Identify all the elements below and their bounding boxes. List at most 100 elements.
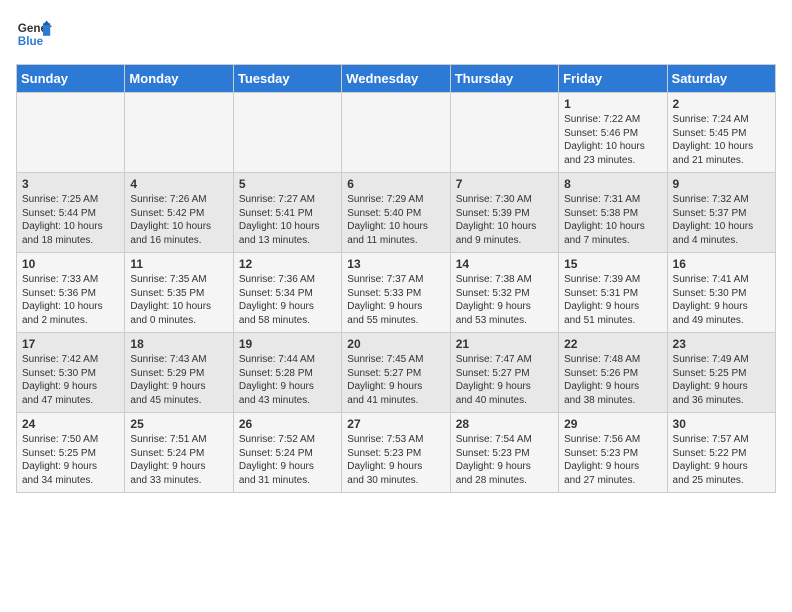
day-info: Sunrise: 7:49 AM Sunset: 5:25 PM Dayligh… xyxy=(673,353,770,407)
day-number: 19 xyxy=(239,337,336,351)
day-info: Sunrise: 7:38 AM Sunset: 5:32 PM Dayligh… xyxy=(456,273,553,327)
col-header-wednesday: Wednesday xyxy=(342,65,450,93)
day-number: 10 xyxy=(22,257,119,271)
day-info: Sunrise: 7:54 AM Sunset: 5:23 PM Dayligh… xyxy=(456,433,553,487)
day-number: 16 xyxy=(673,257,770,271)
calendar-cell: 12Sunrise: 7:36 AM Sunset: 5:34 PM Dayli… xyxy=(233,253,341,333)
calendar-table: SundayMondayTuesdayWednesdayThursdayFrid… xyxy=(16,64,776,493)
day-info: Sunrise: 7:42 AM Sunset: 5:30 PM Dayligh… xyxy=(22,353,119,407)
calendar-cell: 18Sunrise: 7:43 AM Sunset: 5:29 PM Dayli… xyxy=(125,333,233,413)
calendar-cell: 2 Sunrise: 7:24 AM Sunset: 5:45 PM Daylig… xyxy=(667,93,775,173)
svg-text:Blue: Blue xyxy=(18,35,44,48)
calendar-cell: 28Sunrise: 7:54 AM Sunset: 5:23 PM Dayli… xyxy=(450,413,558,493)
page-header: General Blue xyxy=(16,16,776,52)
day-info: Sunrise: 7:51 AM Sunset: 5:24 PM Dayligh… xyxy=(130,433,227,487)
calendar-cell: 6 Sunrise: 7:29 AM Sunset: 5:40 PM Daylig… xyxy=(342,173,450,253)
day-info: Sunrise: 7:56 AM Sunset: 5:23 PM Dayligh… xyxy=(564,433,661,487)
calendar-cell: 24 Sunrise: 7:50 AM Sunset: 5:25 PM Dayli… xyxy=(17,413,125,493)
day-info: Sunrise: 7:33 AM Sunset: 5:36 PM Dayligh… xyxy=(22,273,119,327)
day-number: 30 xyxy=(673,417,770,431)
calendar-cell: 23 Sunrise: 7:49 AM Sunset: 5:25 PM Dayli… xyxy=(667,333,775,413)
calendar-cell xyxy=(125,93,233,173)
calendar-cell: 19 Sunrise: 7:44 AM Sunset: 5:28 PM Dayli… xyxy=(233,333,341,413)
calendar-cell xyxy=(17,93,125,173)
col-header-friday: Friday xyxy=(559,65,667,93)
day-info: Sunrise: 7:39 AM Sunset: 5:31 PM Dayligh… xyxy=(564,273,661,327)
day-number: 4 xyxy=(130,177,227,191)
calendar-cell: 26 Sunrise: 7:52 AM Sunset: 5:24 PM Dayli… xyxy=(233,413,341,493)
calendar-cell: 17 Sunrise: 7:42 AM Sunset: 5:30 PM Dayli… xyxy=(17,333,125,413)
day-info: Sunrise: 7:48 AM Sunset: 5:26 PM Dayligh… xyxy=(564,353,661,407)
calendar-week-row: 1 Sunrise: 7:22 AM Sunset: 5:46 PM Daylig… xyxy=(17,93,776,173)
day-number: 1 xyxy=(564,97,661,111)
calendar-cell: 14 Sunrise: 7:38 AM Sunset: 5:32 PM Dayli… xyxy=(450,253,558,333)
day-number: 15 xyxy=(564,257,661,271)
day-info: Sunrise: 7:44 AM Sunset: 5:28 PM Dayligh… xyxy=(239,353,336,407)
calendar-cell: 16 Sunrise: 7:41 AM Sunset: 5:30 PM Dayli… xyxy=(667,253,775,333)
day-number: 25 xyxy=(130,417,227,431)
calendar-cell: 25 Sunrise: 7:51 AM Sunset: 5:24 PM Dayli… xyxy=(125,413,233,493)
calendar-cell: 29 Sunrise: 7:56 AM Sunset: 5:23 PM Dayli… xyxy=(559,413,667,493)
day-info: Sunrise: 7:41 AM Sunset: 5:30 PM Dayligh… xyxy=(673,273,770,327)
day-info: Sunrise: 7:53 AM Sunset: 5:23 PM Dayligh… xyxy=(347,433,444,487)
calendar-week-row: 3 Sunrise: 7:25 AM Sunset: 5:44 PM Daylig… xyxy=(17,173,776,253)
day-number: 8 xyxy=(564,177,661,191)
calendar-cell: 21Sunrise: 7:47 AM Sunset: 5:27 PM Dayli… xyxy=(450,333,558,413)
calendar-cell xyxy=(342,93,450,173)
day-info: Sunrise: 7:30 AM Sunset: 5:39 PM Dayligh… xyxy=(456,193,553,247)
day-info: Sunrise: 7:45 AM Sunset: 5:27 PM Dayligh… xyxy=(347,353,444,407)
calendar-cell xyxy=(233,93,341,173)
day-number: 20 xyxy=(347,337,444,351)
calendar-cell: 8 Sunrise: 7:31 AM Sunset: 5:38 PM Daylig… xyxy=(559,173,667,253)
day-info: Sunrise: 7:37 AM Sunset: 5:33 PM Dayligh… xyxy=(347,273,444,327)
calendar-header-row: SundayMondayTuesdayWednesdayThursdayFrid… xyxy=(17,65,776,93)
calendar-cell: 1 Sunrise: 7:22 AM Sunset: 5:46 PM Daylig… xyxy=(559,93,667,173)
calendar-cell: 9 Sunrise: 7:32 AM Sunset: 5:37 PM Daylig… xyxy=(667,173,775,253)
calendar-week-row: 24 Sunrise: 7:50 AM Sunset: 5:25 PM Dayli… xyxy=(17,413,776,493)
day-info: Sunrise: 7:57 AM Sunset: 5:22 PM Dayligh… xyxy=(673,433,770,487)
calendar-cell: 11Sunrise: 7:35 AM Sunset: 5:35 PM Dayli… xyxy=(125,253,233,333)
day-info: Sunrise: 7:47 AM Sunset: 5:27 PM Dayligh… xyxy=(456,353,553,407)
day-number: 5 xyxy=(239,177,336,191)
day-number: 27 xyxy=(347,417,444,431)
day-number: 18 xyxy=(130,337,227,351)
day-number: 24 xyxy=(22,417,119,431)
calendar-cell: 22 Sunrise: 7:48 AM Sunset: 5:26 PM Dayli… xyxy=(559,333,667,413)
day-number: 11 xyxy=(130,257,227,271)
calendar-week-row: 17 Sunrise: 7:42 AM Sunset: 5:30 PM Dayli… xyxy=(17,333,776,413)
day-info: Sunrise: 7:52 AM Sunset: 5:24 PM Dayligh… xyxy=(239,433,336,487)
day-number: 6 xyxy=(347,177,444,191)
day-info: Sunrise: 7:25 AM Sunset: 5:44 PM Dayligh… xyxy=(22,193,119,247)
day-number: 26 xyxy=(239,417,336,431)
day-number: 7 xyxy=(456,177,553,191)
day-number: 9 xyxy=(673,177,770,191)
day-info: Sunrise: 7:31 AM Sunset: 5:38 PM Dayligh… xyxy=(564,193,661,247)
calendar-cell: 5 Sunrise: 7:27 AM Sunset: 5:41 PM Daylig… xyxy=(233,173,341,253)
day-number: 22 xyxy=(564,337,661,351)
calendar-cell xyxy=(450,93,558,173)
calendar-cell: 10 Sunrise: 7:33 AM Sunset: 5:36 PM Dayli… xyxy=(17,253,125,333)
day-info: Sunrise: 7:27 AM Sunset: 5:41 PM Dayligh… xyxy=(239,193,336,247)
calendar-cell: 20 Sunrise: 7:45 AM Sunset: 5:27 PM Dayli… xyxy=(342,333,450,413)
col-header-monday: Monday xyxy=(125,65,233,93)
calendar-week-row: 10 Sunrise: 7:33 AM Sunset: 5:36 PM Dayli… xyxy=(17,253,776,333)
day-number: 17 xyxy=(22,337,119,351)
day-number: 3 xyxy=(22,177,119,191)
calendar-cell: 30 Sunrise: 7:57 AM Sunset: 5:22 PM Dayli… xyxy=(667,413,775,493)
logo: General Blue xyxy=(16,16,52,52)
day-info: Sunrise: 7:29 AM Sunset: 5:40 PM Dayligh… xyxy=(347,193,444,247)
day-number: 2 xyxy=(673,97,770,111)
calendar-cell: 15 Sunrise: 7:39 AM Sunset: 5:31 PM Dayli… xyxy=(559,253,667,333)
calendar-cell: 13Sunrise: 7:37 AM Sunset: 5:33 PM Dayli… xyxy=(342,253,450,333)
calendar-cell: 4Sunrise: 7:26 AM Sunset: 5:42 PM Daylig… xyxy=(125,173,233,253)
day-number: 29 xyxy=(564,417,661,431)
day-number: 12 xyxy=(239,257,336,271)
day-info: Sunrise: 7:24 AM Sunset: 5:45 PM Dayligh… xyxy=(673,113,770,167)
day-info: Sunrise: 7:22 AM Sunset: 5:46 PM Dayligh… xyxy=(564,113,661,167)
day-info: Sunrise: 7:50 AM Sunset: 5:25 PM Dayligh… xyxy=(22,433,119,487)
day-info: Sunrise: 7:32 AM Sunset: 5:37 PM Dayligh… xyxy=(673,193,770,247)
calendar-cell: 27 Sunrise: 7:53 AM Sunset: 5:23 PM Dayli… xyxy=(342,413,450,493)
day-number: 23 xyxy=(673,337,770,351)
col-header-saturday: Saturday xyxy=(667,65,775,93)
day-number: 14 xyxy=(456,257,553,271)
